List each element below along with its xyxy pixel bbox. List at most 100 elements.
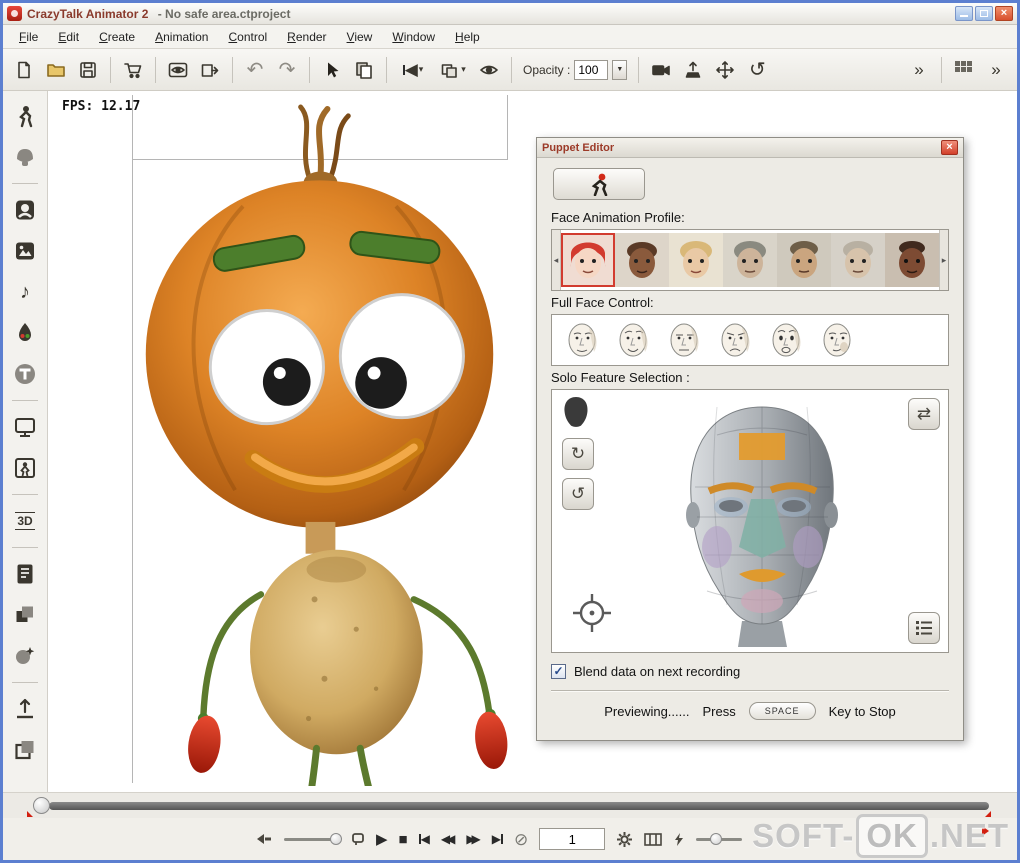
- menu-window[interactable]: Window: [382, 27, 445, 47]
- profile-scroll-left-button[interactable]: ◂: [552, 230, 561, 290]
- full-face-thumb-2[interactable]: [611, 320, 655, 360]
- undo-button[interactable]: ↶: [240, 55, 270, 85]
- solo-list-button[interactable]: [908, 612, 940, 644]
- sidebar-script-button[interactable]: [10, 559, 40, 589]
- profile-scroll-right-button[interactable]: ▸: [939, 230, 948, 290]
- menu-edit[interactable]: Edit: [48, 27, 89, 47]
- full-face-thumb-5[interactable]: [764, 320, 808, 360]
- current-frame-input[interactable]: [539, 828, 605, 850]
- stop-button[interactable]: ■: [399, 832, 408, 847]
- sidebar-pin-button[interactable]: [10, 694, 40, 724]
- solo-reset-button[interactable]: ⇄: [908, 398, 940, 430]
- sidebar-scene-button[interactable]: [10, 412, 40, 442]
- new-project-button[interactable]: [9, 55, 39, 85]
- sidebar-face-button[interactable]: [10, 195, 40, 225]
- close-button[interactable]: ×: [995, 6, 1013, 21]
- full-face-thumb-6[interactable]: [815, 320, 859, 360]
- opacity-spinner-button[interactable]: ▼: [612, 60, 627, 80]
- open-project-button[interactable]: [41, 55, 71, 85]
- play-button[interactable]: ▶: [376, 832, 388, 847]
- speed-slider[interactable]: [696, 838, 742, 841]
- sidebar-motion-button[interactable]: [10, 453, 40, 483]
- solo-undo-button[interactable]: ↺: [562, 478, 594, 510]
- title-bar[interactable]: CrazyTalk Animator 2 - No safe area.ctpr…: [3, 3, 1017, 25]
- onion-character[interactable]: [82, 101, 557, 786]
- blend-checkbox-label[interactable]: Blend data on next recording: [574, 664, 740, 679]
- full-face-thumb-4[interactable]: [713, 320, 757, 360]
- sidebar-3d-button[interactable]: 3D: [10, 506, 40, 536]
- head-feature-button[interactable]: [562, 396, 590, 435]
- solo-rotate-button[interactable]: ↻: [562, 438, 594, 470]
- maximize-button[interactable]: [975, 6, 993, 21]
- object-up-button[interactable]: [678, 55, 708, 85]
- stage-canvas[interactable]: FPS: 12.17: [48, 91, 1017, 792]
- profile-thumb-elder-woman[interactable]: [831, 233, 885, 287]
- range-start-marker[interactable]: [27, 811, 33, 817]
- sidebar-audio-button[interactable]: ♪: [10, 277, 40, 307]
- sidebar-effects-button[interactable]: [10, 641, 40, 671]
- puppet-editor-close-button[interactable]: ×: [941, 140, 958, 155]
- dock-overflow-button[interactable]: »: [981, 55, 1011, 85]
- motion-clip-button[interactable]: ◀ ▾: [394, 55, 432, 85]
- forward-button[interactable]: ▶▶: [466, 833, 480, 845]
- rewind-button[interactable]: ◀◀: [441, 833, 455, 845]
- blend-checkbox[interactable]: ✓: [551, 664, 566, 679]
- speed-slider-knob[interactable]: [710, 833, 722, 845]
- profile-thumb-baby[interactable]: [615, 233, 669, 287]
- camera-view-button[interactable]: [646, 55, 676, 85]
- menu-file[interactable]: File: [9, 27, 48, 47]
- profile-thumb-dark-man[interactable]: [885, 233, 939, 287]
- zoom-slider-knob[interactable]: [330, 833, 342, 845]
- speed-button[interactable]: [673, 832, 685, 847]
- puppet-editor-panel[interactable]: Puppet Editor × Face Animation Profile: …: [536, 137, 964, 741]
- menu-control[interactable]: Control: [218, 27, 277, 47]
- collect-clip-button[interactable]: ▾: [434, 55, 472, 85]
- first-frame-button[interactable]: ◀: [419, 833, 430, 845]
- timeline-zoom-button[interactable]: [255, 831, 273, 847]
- menu-create[interactable]: Create: [89, 27, 145, 47]
- export-button[interactable]: [195, 55, 225, 85]
- minimize-button[interactable]: [955, 6, 973, 21]
- sidebar-actor-button[interactable]: [10, 101, 40, 131]
- face-3d-model[interactable]: [647, 395, 877, 650]
- select-tool-button[interactable]: [317, 55, 347, 85]
- profile-thumb-gray-woman[interactable]: [723, 233, 777, 287]
- toolbar-overflow-button[interactable]: »: [904, 55, 934, 85]
- sidebar-props-button[interactable]: [10, 600, 40, 630]
- menu-help[interactable]: Help: [445, 27, 490, 47]
- menu-animation[interactable]: Animation: [145, 27, 218, 47]
- duplicate-button[interactable]: [349, 55, 379, 85]
- preview-button[interactable]: [163, 55, 193, 85]
- opacity-input[interactable]: [574, 60, 608, 80]
- move-tool-button[interactable]: [710, 55, 740, 85]
- marker-button[interactable]: [351, 832, 365, 846]
- crosshair-control[interactable]: [568, 591, 616, 640]
- full-face-thumb-3[interactable]: [662, 320, 706, 360]
- menu-view[interactable]: View: [337, 27, 383, 47]
- content-store-button[interactable]: [118, 55, 148, 85]
- sidebar-text-button[interactable]: [10, 359, 40, 389]
- timeline-playhead-knob[interactable]: [33, 797, 50, 814]
- profile-thumb-cartoon-girl[interactable]: [561, 233, 615, 287]
- sidebar-image-button[interactable]: [10, 236, 40, 266]
- sidebar-paint-button[interactable]: [10, 318, 40, 348]
- sidebar-layers-button[interactable]: [10, 735, 40, 765]
- profile-thumb-blonde-woman[interactable]: [669, 233, 723, 287]
- redo-button[interactable]: ↷: [272, 55, 302, 85]
- profile-thumb-tan-man[interactable]: [777, 233, 831, 287]
- timeline-zoom-slider[interactable]: [284, 838, 340, 841]
- puppet-editor-titlebar[interactable]: Puppet Editor ×: [537, 138, 963, 158]
- rotate-tool-button[interactable]: ↺: [742, 55, 772, 85]
- layout-grid-button[interactable]: [949, 55, 979, 85]
- full-face-thumb-1[interactable]: [560, 320, 604, 360]
- puppet-profile-button[interactable]: [553, 168, 645, 200]
- loop-off-button[interactable]: ⊘: [514, 831, 528, 848]
- frames-view-button[interactable]: [644, 832, 662, 847]
- sidebar-hair-button[interactable]: [10, 142, 40, 172]
- save-button[interactable]: [73, 55, 103, 85]
- menu-render[interactable]: Render: [277, 27, 336, 47]
- last-frame-button[interactable]: ▶: [492, 833, 503, 845]
- timeline-track[interactable]: [49, 802, 989, 810]
- render-style-button[interactable]: [474, 55, 504, 85]
- settings-button[interactable]: [616, 831, 633, 848]
